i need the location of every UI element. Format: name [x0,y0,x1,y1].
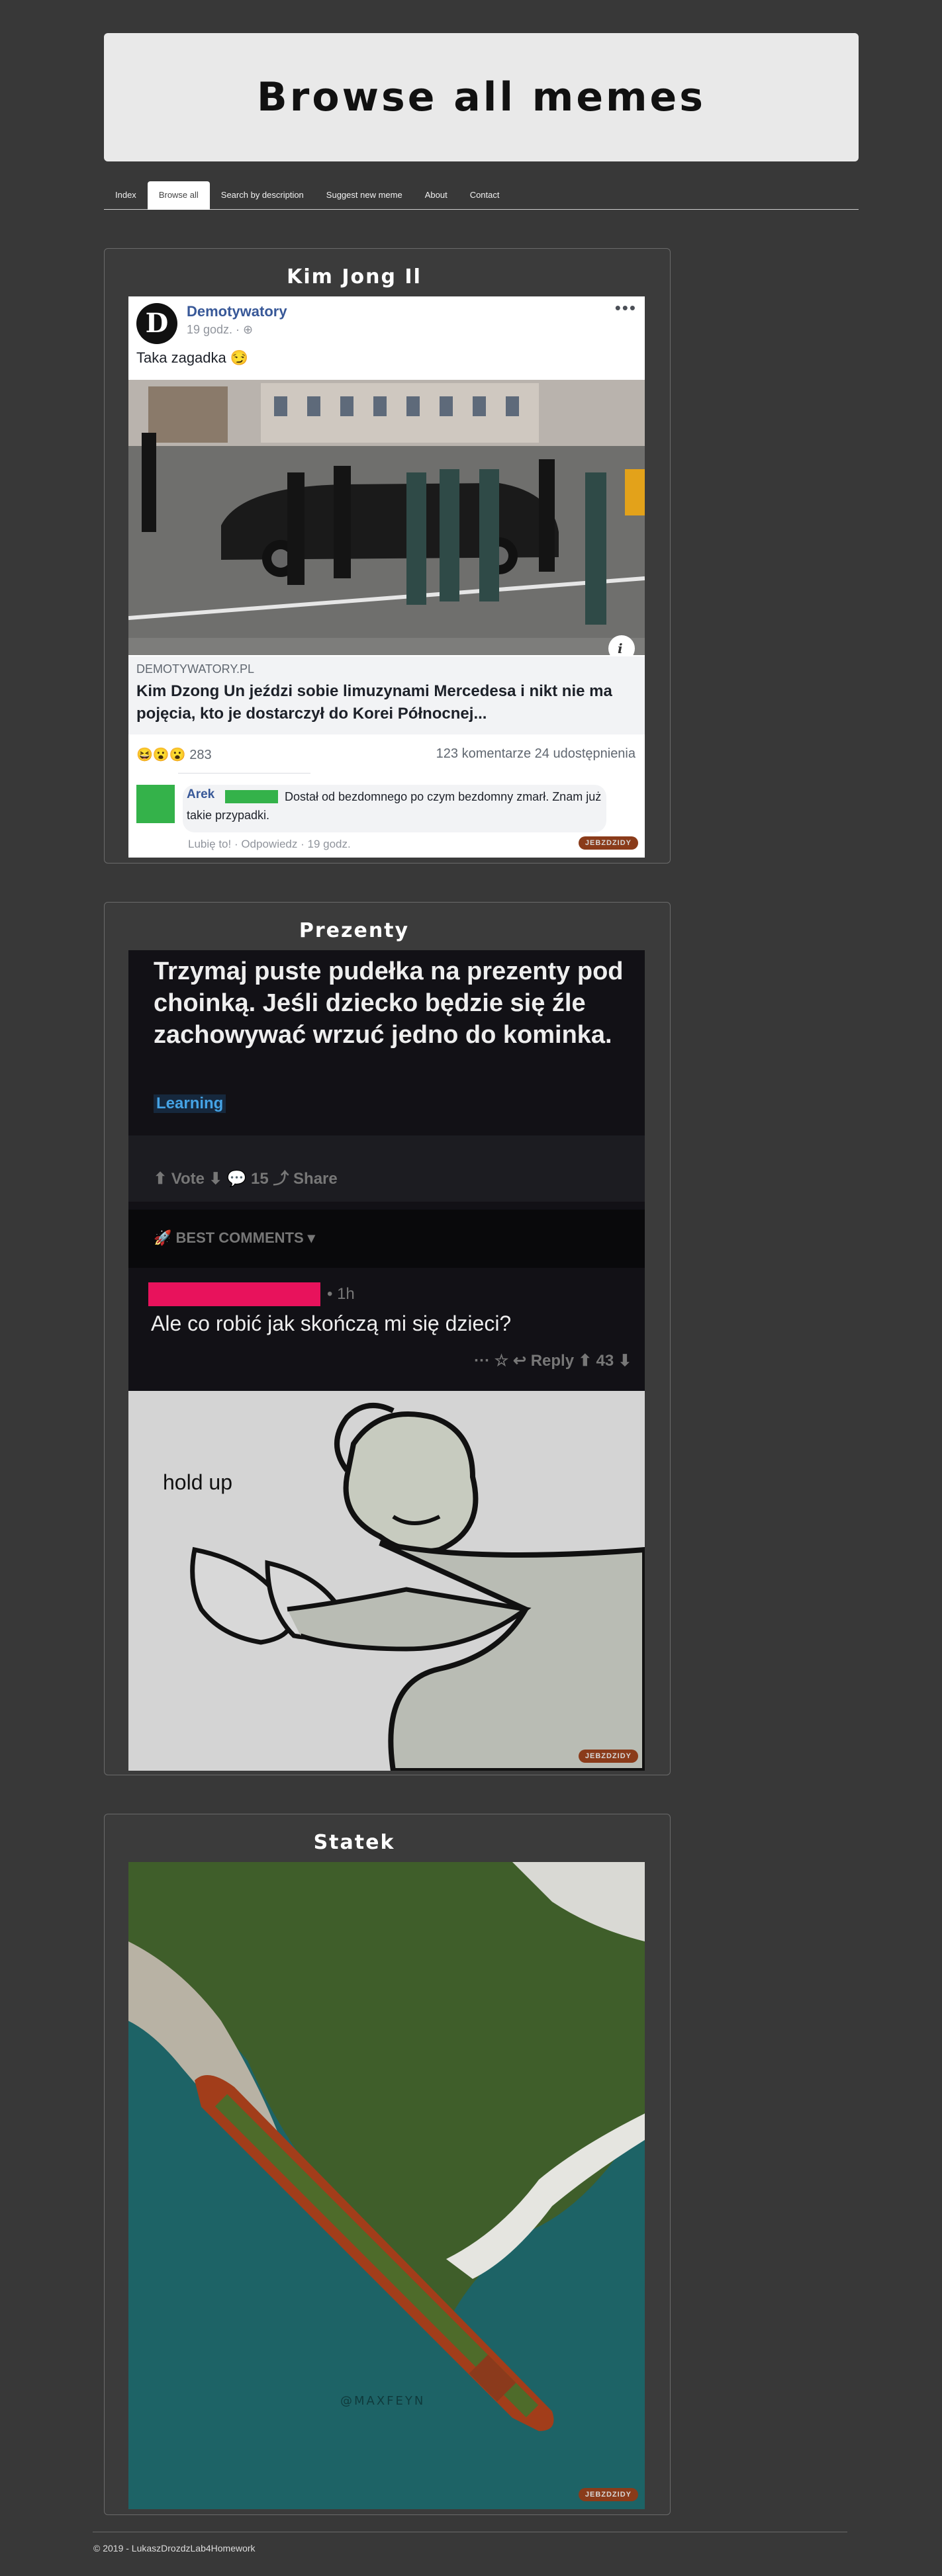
page-logo: D [136,303,177,344]
reactions: 😆😮😮 283 [136,748,212,762]
meme-image: Trzymaj puste pudełka na prezenty pod ch… [128,950,645,1771]
link-source: DEMOTYWATORY.PL [136,662,255,676]
post-text: Trzymaj puste pudełka na prezenty pod ch… [154,957,624,1049]
limousine-photo: i [128,380,645,655]
svg-text:i: i [618,641,623,655]
meme-image: D Demotywatory 19 godz. · ⊕ ••• Taka zag… [128,296,645,858]
watermark: JEBZDZIDY [578,1750,638,1763]
divider [178,773,310,774]
image-caption: hold up [163,1470,232,1494]
watermark: JEBZDZIDY [578,2488,638,2501]
photo-credit: @MAXFEYN [340,2394,425,2408]
header-jumbotron: Browse all memes [104,33,859,161]
vote-share: ⬆ Vote ⬇ 💬 15 ⤴ Share [154,1170,338,1188]
meme-card: Kim Jong Il D Demotywatory 19 godz. · ⊕ … [104,248,671,864]
tab-suggest[interactable]: Suggest new meme [315,181,414,209]
tab-index[interactable]: Index [104,181,148,209]
nav-tabs: Index Browse all Search by description S… [104,181,859,210]
watermark: JEBZDZIDY [578,836,638,850]
reply-text: Ale co robić jak skończą mi się dzieci? [151,1311,512,1335]
meme-card: Prezenty Trzymaj puste pudełka na prezen… [104,902,671,1775]
comment-text: Dostał od bezdomnego po czym bezdomny zm… [187,790,602,822]
post-time: 19 godz. · ⊕ [187,323,254,336]
post-stats: 123 komentarze 24 udostępnienia [436,746,636,761]
meme-card: Statek @MAXFEYN JEBZDZIDY [104,1814,671,2515]
reply-actions: ··· ☆ ↩ Reply ⬆ 43 ⬇ [474,1352,632,1370]
best-comments-header: 🚀 BEST COMMENTS ▾ [128,1210,645,1268]
avatar [136,785,175,823]
hold-up-image: hold up [128,1391,645,1771]
comment-actions: Lubię to! · Odpowiedz · 19 godz. [188,838,351,850]
redacted-name-bar [148,1282,320,1306]
meme-image: @MAXFEYN JEBZDZIDY [128,1862,645,2509]
post-text: Taka zagadka 😏 [136,349,249,366]
meme-title: Prezenty [299,919,410,942]
reply-time: • 1h [327,1285,355,1303]
best-comments-label: 🚀 BEST COMMENTS ▾ [154,1229,315,1246]
meme-title: Kim Jong Il [287,265,422,289]
more-icon: ••• [614,298,637,318]
tag-badge: Learning [154,1094,226,1113]
comment-author: Arek [187,787,215,801]
shipwreck-photo: @MAXFEYN [128,1862,645,2509]
page-name: Demotywatory [187,303,287,320]
meme-title: Statek [313,1831,395,1854]
page-title: Browse all memes [257,74,706,120]
tab-about[interactable]: About [414,181,459,209]
tab-search[interactable]: Search by description [210,181,315,209]
tab-contact[interactable]: Contact [459,181,511,209]
tab-browse-all[interactable]: Browse all [147,181,210,210]
footer: © 2019 - LukaszDrozdzLab4Homework [93,2543,256,2554]
vault-boy-drawing [128,1391,645,1771]
link-headline: Kim Dzong Un jeździ sobie limuzynami Mer… [136,682,612,723]
